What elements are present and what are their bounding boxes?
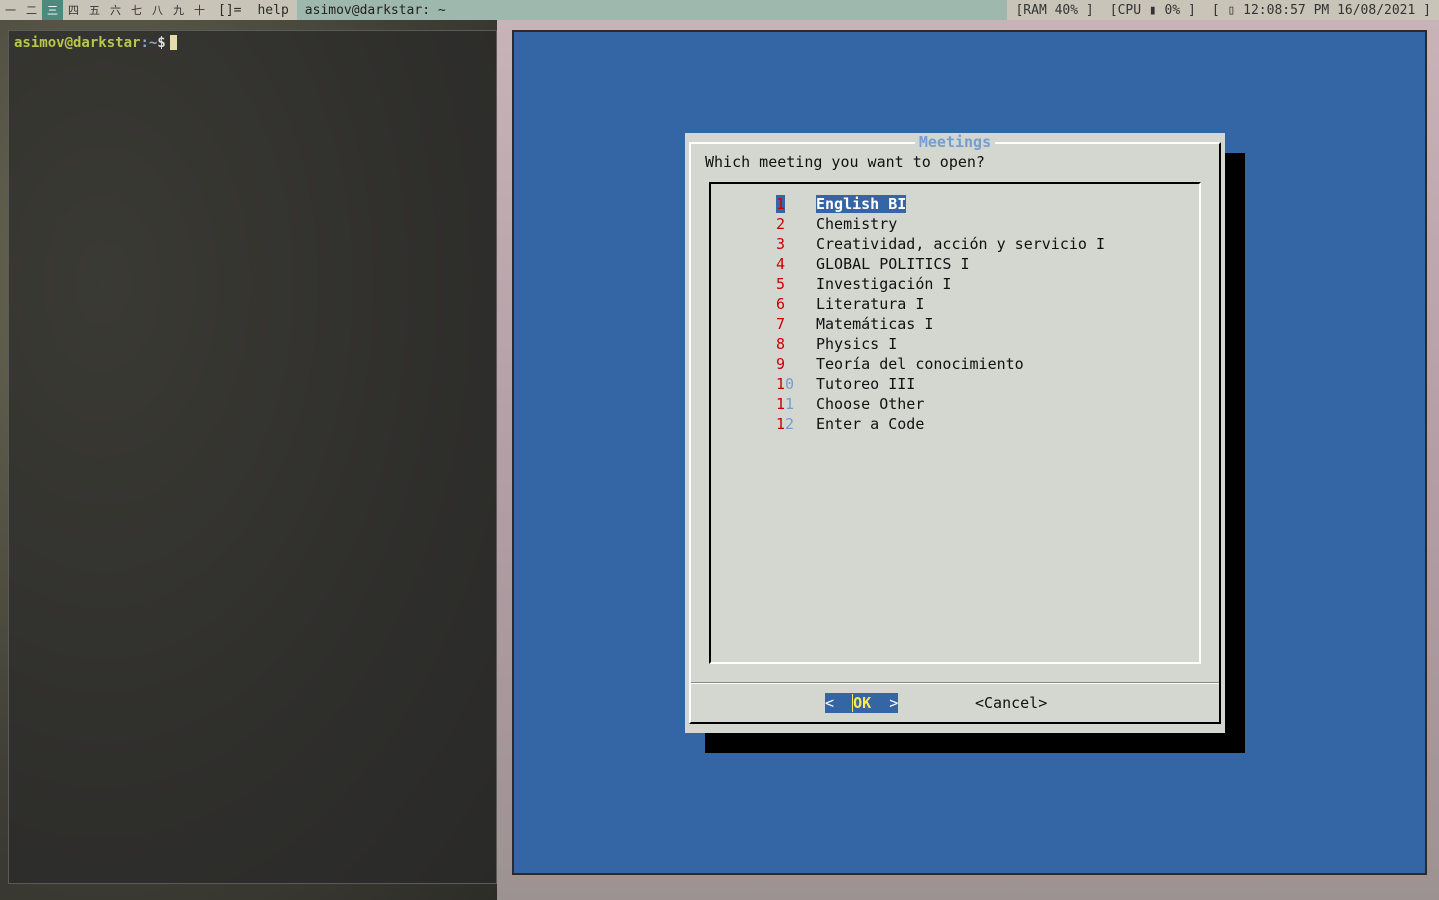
menu-item[interactable]: 7 Matemáticas I bbox=[776, 314, 1105, 334]
workspace-7[interactable]: 七 bbox=[126, 0, 147, 20]
menu-list: 1 English BI 2 Chemistry 3 Creatividad, acció… bbox=[776, 194, 1105, 434]
menu-item-label: English BI bbox=[816, 195, 907, 213]
workspace-1[interactable]: 一 bbox=[0, 0, 21, 20]
menu-item-label: Matemáticas I bbox=[816, 315, 934, 333]
meetings-dialog: Meetings Which meeting you want to open?… bbox=[685, 133, 1225, 733]
cpu-status: [CPU ▮ 0% ] bbox=[1109, 2, 1196, 18]
prompt-cwd: :~ bbox=[140, 35, 158, 51]
workspace-10[interactable]: 十 bbox=[189, 0, 210, 20]
workspace-6[interactable]: 六 bbox=[105, 0, 126, 20]
menu-item[interactable]: 12 Enter a Code bbox=[776, 414, 1105, 434]
prompt-user-host: asimov@darkstar bbox=[14, 35, 141, 51]
menu-item-label: Tutoreo III bbox=[816, 375, 916, 393]
text-cursor bbox=[169, 35, 177, 50]
menu-item-number: 11 bbox=[776, 395, 795, 413]
workspace-5[interactable]: 五 bbox=[84, 0, 105, 20]
cancel-button[interactable]: < Cancel > bbox=[975, 693, 1047, 713]
terminal-window-left[interactable]: asimov@darkstar:~$ bbox=[8, 30, 497, 884]
menu-item[interactable]: 5 Investigación I bbox=[776, 274, 1105, 294]
layout-symbol[interactable]: []= bbox=[210, 0, 250, 20]
menu-item-number: 5 bbox=[776, 275, 786, 293]
menu-item[interactable]: 3 Creatividad, acción y servicio I bbox=[776, 234, 1105, 254]
menu-item[interactable]: 11 Choose Other bbox=[776, 394, 1105, 414]
tag-label[interactable]: help bbox=[249, 0, 297, 20]
workspace-switcher: 一 二 三 四 五 六 七 八 九 十 bbox=[0, 0, 210, 20]
menu-item-number: 12 bbox=[776, 415, 795, 433]
menu-listbox: 1 English BI 2 Chemistry 3 Creatividad, acció… bbox=[709, 182, 1201, 664]
ok-button[interactable]: < OK > bbox=[825, 693, 899, 713]
dialog-question: Which meeting you want to open? bbox=[705, 153, 985, 171]
menu-item-label: Choose Other bbox=[816, 395, 925, 413]
workspace-4[interactable]: 四 bbox=[63, 0, 84, 20]
menu-item-label: Creatividad, acción y servicio I bbox=[816, 235, 1105, 253]
workspace-9[interactable]: 九 bbox=[168, 0, 189, 20]
window-title: asimov@darkstar: ~ bbox=[304, 2, 446, 18]
menu-item-number: 6 bbox=[776, 295, 786, 313]
menu-item-label: Chemistry bbox=[816, 215, 898, 233]
menu-item[interactable]: 9 Teoría del conocimiento bbox=[776, 354, 1105, 374]
menu-item[interactable]: 8 Physics I bbox=[776, 334, 1105, 354]
menu-item-number: 4 bbox=[776, 255, 786, 273]
cancel-button-label: Cancel bbox=[984, 694, 1039, 712]
menu-item-number: 8 bbox=[776, 335, 786, 353]
ram-status: [RAM 40% ] bbox=[1015, 2, 1094, 18]
menu-item-number: 7 bbox=[776, 315, 786, 333]
button-separator bbox=[691, 682, 1219, 684]
menu-item-label: Literatura I bbox=[816, 295, 925, 313]
menu-item-number: 10 bbox=[776, 375, 795, 393]
menu-item-label: Enter a Code bbox=[816, 415, 925, 433]
menu-item-number: 2 bbox=[776, 215, 786, 233]
top-bar: 一 二 三 四 五 六 七 八 九 十 []= help asimov@dark… bbox=[0, 0, 1439, 20]
menu-item-label: Teoría del conocimiento bbox=[816, 355, 1024, 373]
menu-item[interactable]: 10 Tutoreo III bbox=[776, 374, 1105, 394]
prompt-symbol: $ bbox=[157, 35, 166, 51]
menu-item-label: GLOBAL POLITICS I bbox=[816, 255, 970, 273]
menu-item[interactable]: 6 Literatura I bbox=[776, 294, 1105, 314]
menu-item-number: 3 bbox=[776, 235, 786, 253]
dialog-title: Meetings bbox=[685, 133, 1225, 151]
menu-item-label: Physics I bbox=[816, 335, 898, 353]
shell-prompt: asimov@darkstar:~$ bbox=[14, 35, 491, 51]
menu-item-number: 1 bbox=[776, 195, 786, 213]
workspace-3[interactable]: 三 bbox=[42, 0, 63, 20]
menu-item[interactable]: 4 GLOBAL POLITICS I bbox=[776, 254, 1105, 274]
ok-button-label: OK bbox=[852, 694, 872, 712]
status-area: [RAM 40% ] [CPU ▮ 0% ] [ ▯ 12:08:57 PM 1… bbox=[1007, 0, 1439, 20]
menu-item-number: 9 bbox=[776, 355, 786, 373]
clock: [ ▯ 12:08:57 PM 16/08/2021 ] bbox=[1211, 2, 1431, 18]
workspace-8[interactable]: 八 bbox=[147, 0, 168, 20]
menu-item[interactable]: 2 Chemistry bbox=[776, 214, 1105, 234]
workspace-2[interactable]: 二 bbox=[21, 0, 42, 20]
menu-item[interactable]: 1 English BI bbox=[776, 194, 1105, 214]
menu-item-label: Investigación I bbox=[816, 275, 952, 293]
